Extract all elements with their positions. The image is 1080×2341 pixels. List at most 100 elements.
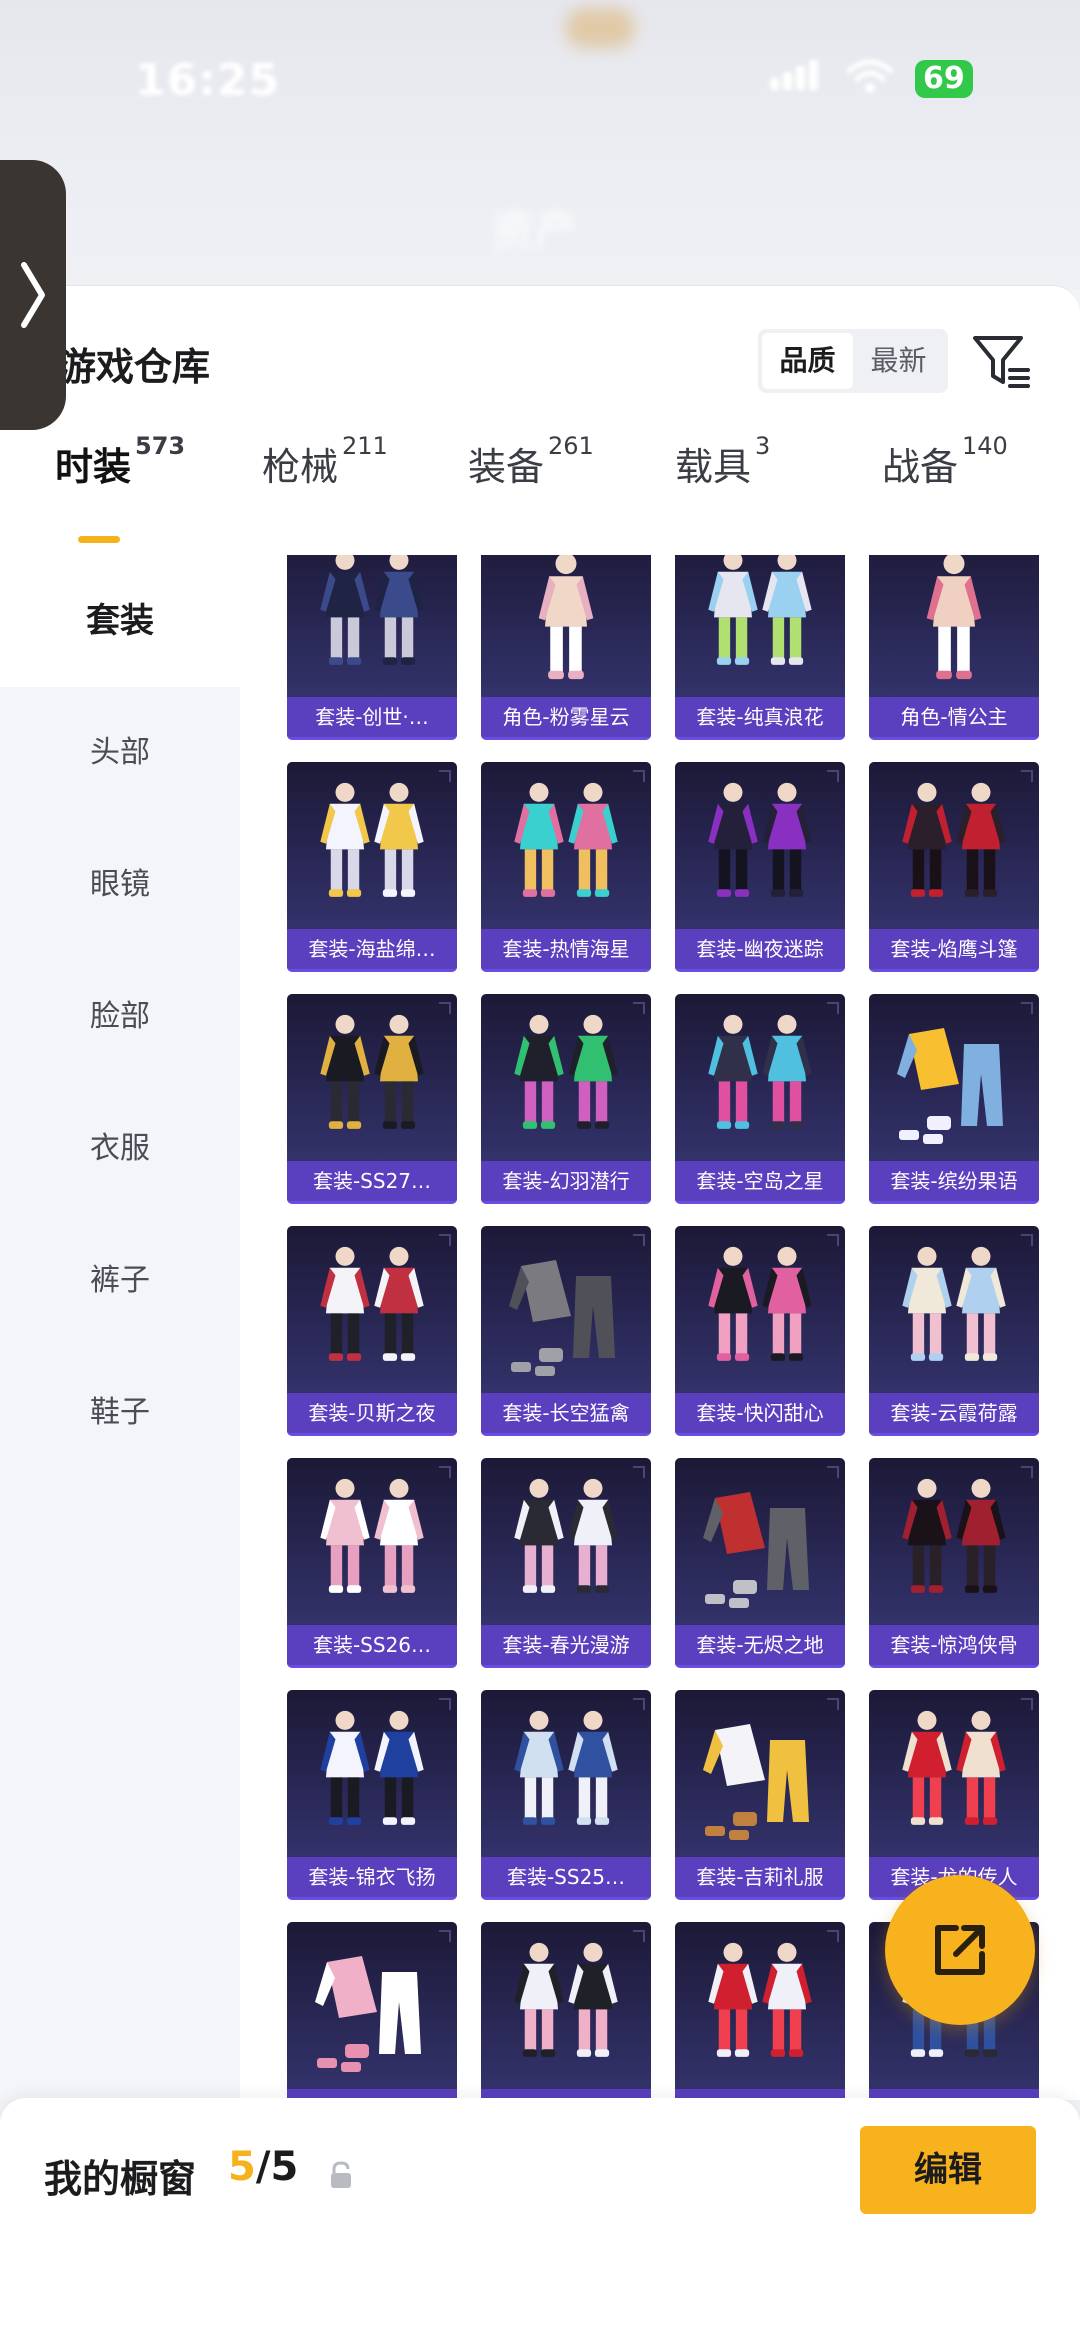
edit-button[interactable]: 编辑 xyxy=(860,2126,1036,2214)
share-external-icon xyxy=(935,1925,985,1975)
sort-toggle: 品质 最新 xyxy=(758,329,948,393)
outfit-card-label: 套装-惊鸿侠骨 xyxy=(869,1625,1039,1665)
blurred-page-title: 资产 xyxy=(490,206,578,257)
outfit-card[interactable]: 套装-幻羽潜行 xyxy=(481,994,651,1204)
tab-count: 140 xyxy=(962,432,1008,460)
filter-button[interactable] xyxy=(970,332,1034,392)
tab-fashion[interactable]: 时装 573 xyxy=(55,432,185,491)
outfit-card[interactable]: 角色-情公主 xyxy=(869,555,1039,740)
lock-icon xyxy=(328,2160,354,2190)
sidebar-item-suits[interactable]: 套装 xyxy=(0,555,240,687)
outfit-card-label: 套装-无烬之地 xyxy=(675,1625,845,1665)
outfit-card-label: 套装-纯真浪花 xyxy=(675,697,845,737)
sidebar-item-face[interactable]: 脸部 xyxy=(0,951,240,1083)
outfit-preview-image xyxy=(320,782,424,897)
outfit-preview-image xyxy=(708,782,812,897)
outfit-card[interactable]: 套装-SS26… xyxy=(287,1458,457,1668)
outfit-card[interactable]: 套装-SS24… xyxy=(481,1922,651,2100)
share-button[interactable] xyxy=(885,1875,1035,2025)
tab-firearms[interactable]: 枪械 211 xyxy=(262,432,388,491)
outfit-card[interactable]: 套装-焰鹰斗篷 xyxy=(869,762,1039,972)
warehouse-header: 游戏仓库 品质 最新 时装 573 枪械 211 装备 261 载具 3 战备 140 xyxy=(0,285,1080,555)
tab-label: 时装 xyxy=(55,445,132,489)
collapse-handle[interactable] xyxy=(0,160,66,430)
tab-label: 枪械 xyxy=(262,445,339,489)
outfit-preview-image xyxy=(708,1942,812,2057)
outfit-card[interactable]: 角色-粉雾星云 xyxy=(481,555,651,740)
status-time: 16:25 xyxy=(135,55,281,106)
outfit-card-label: 套装-云霞荷露 xyxy=(869,1393,1039,1433)
tab-label: 战备 xyxy=(882,445,959,489)
status-bar: 16:25 69 资产 xyxy=(0,0,1080,290)
outfit-preview-image xyxy=(315,1956,421,2072)
tab-supplies[interactable]: 战备 140 xyxy=(882,432,1008,491)
outfit-card[interactable]: 套装-甜蜜告白 xyxy=(287,1922,457,2100)
outfit-card[interactable]: 套装-热情海星 xyxy=(481,762,651,972)
outfit-card[interactable]: 套装-无烬之地 xyxy=(675,1458,845,1668)
outfit-card-label: 套装-幽夜迷踪 xyxy=(675,929,845,969)
outfit-preview-image xyxy=(703,1492,809,1608)
outfit-preview-image xyxy=(926,555,982,680)
outfit-card[interactable]: 套装-SS25… xyxy=(481,1690,651,1900)
sidebar-item-shoes[interactable]: 鞋子 xyxy=(0,1347,240,1479)
outfit-preview-image xyxy=(897,1028,1003,1144)
outfit-preview-image xyxy=(320,1246,424,1361)
outfit-card-label: 套装-焰鹰斗篷 xyxy=(869,929,1039,969)
cellular-signal-icon xyxy=(770,60,822,90)
sort-option-latest[interactable]: 最新 xyxy=(853,333,944,389)
outfit-card[interactable]: 套装-惊鸿侠骨 xyxy=(869,1458,1039,1668)
outfit-card[interactable]: 套装-长空猛禽 xyxy=(481,1226,651,1436)
outfit-preview-image xyxy=(514,1942,618,2057)
outfit-preview-image xyxy=(902,1246,1006,1361)
showcase-title: 我的橱窗 xyxy=(44,2157,197,2201)
outfit-card[interactable]: 套装-创世·… xyxy=(287,555,457,740)
outfit-card[interactable]: 套装-海盐绵… xyxy=(287,762,457,972)
outfit-card[interactable]: 套装-快闪甜心 xyxy=(675,1226,845,1436)
outfit-preview-image xyxy=(902,1478,1006,1593)
outfit-card[interactable]: 套装-龙的传人 xyxy=(869,1690,1039,1900)
tab-count: 3 xyxy=(755,432,771,460)
tab-vehicles[interactable]: 载具 3 xyxy=(675,432,770,491)
sidebar-item-glasses[interactable]: 眼镜 xyxy=(0,819,240,951)
tab-count: 261 xyxy=(548,432,594,460)
outfit-card[interactable]: 套装-幽夜迷踪 xyxy=(675,762,845,972)
outfit-preview-image xyxy=(708,555,812,665)
sidebar-item-head[interactable]: 头部 xyxy=(0,687,240,819)
outfit-card[interactable]: 套装-锦衣飞扬 xyxy=(287,1690,457,1900)
outfit-card[interactable]: 套装-SS27… xyxy=(287,994,457,1204)
outfit-preview-image xyxy=(708,1246,812,1361)
outfit-card[interactable]: 套装-贝斯之夜 xyxy=(287,1226,457,1436)
outfit-card-label: 角色-情公主 xyxy=(869,697,1039,737)
outfit-card-label: 套装-空岛之星 xyxy=(675,1161,845,1201)
outfit-preview-image xyxy=(538,555,594,680)
tab-label: 装备 xyxy=(468,445,545,489)
outfit-card[interactable]: 套装-春光漫游 xyxy=(481,1458,651,1668)
sort-option-quality[interactable]: 品质 xyxy=(762,333,853,389)
outfit-card-label: 套装-快闪甜心 xyxy=(675,1393,845,1433)
item-grid: 套装-创世·… 角色-粉雾星云 套装-纯真浪花 角色-情公主套装-海盐绵… 套装-热情海… xyxy=(240,555,1080,2100)
outfit-card[interactable]: 套装-缤纷果语 xyxy=(869,994,1039,1204)
outfit-card[interactable]: 套装-空岛之星 xyxy=(675,994,845,1204)
battery-indicator: 69 xyxy=(915,60,973,98)
subcategory-sidebar: 套装 头部 眼镜 脸部 衣服 裤子 鞋子 xyxy=(0,555,240,2100)
outfit-card-label: 套装-锦衣飞扬 xyxy=(287,1857,457,1897)
outfit-card-label: 套装-SS26… xyxy=(287,1625,457,1665)
outfit-card[interactable]: 套装-纯真浪花 xyxy=(675,555,845,740)
outfit-preview-image xyxy=(320,1710,424,1825)
showcase-count: 5/5 xyxy=(228,2144,298,2190)
chevron-right-icon xyxy=(21,262,45,328)
tab-equipment[interactable]: 装备 261 xyxy=(468,432,594,491)
outfit-preview-image xyxy=(902,782,1006,897)
sidebar-item-pants[interactable]: 裤子 xyxy=(0,1215,240,1347)
outfit-card[interactable]: 套装-吉莉礼服 xyxy=(675,1690,845,1900)
blurred-avatar xyxy=(565,8,635,48)
outfit-card[interactable]: 套装-妙红点点 xyxy=(675,1922,845,2100)
showcase-count-total: /5 xyxy=(255,2144,299,2190)
outfit-card-label: 角色-粉雾星云 xyxy=(481,697,651,737)
sidebar-item-clothes[interactable]: 衣服 xyxy=(0,1083,240,1215)
outfit-preview-image xyxy=(514,782,618,897)
active-tab-indicator xyxy=(78,536,120,543)
outfit-card-label: 套装-海盐绵… xyxy=(287,929,457,969)
page-title: 游戏仓库 xyxy=(58,345,211,389)
outfit-card[interactable]: 套装-云霞荷露 xyxy=(869,1226,1039,1436)
